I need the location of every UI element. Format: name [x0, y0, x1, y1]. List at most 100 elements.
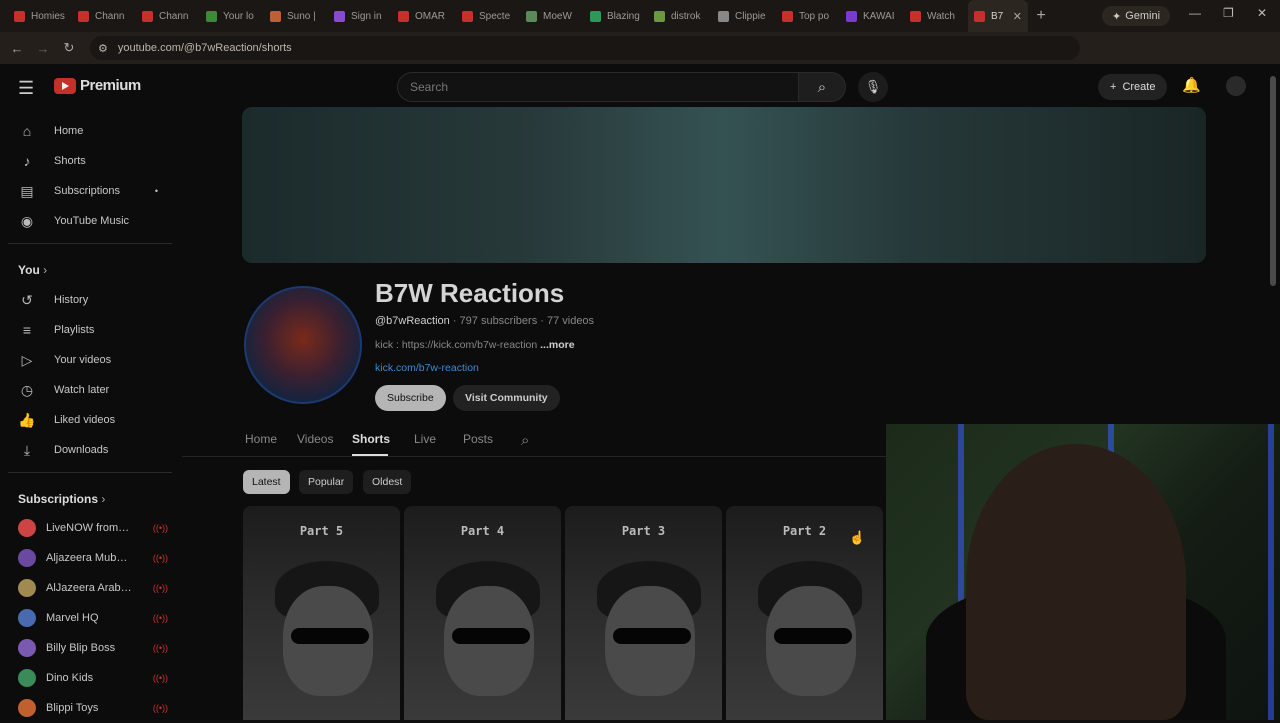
channel-link[interactable]: kick.com/b7w-reaction [375, 362, 479, 374]
sidebar-item-your-videos[interactable]: ▷ Your videos [8, 345, 172, 375]
browser-tab[interactable]: Clippie [712, 0, 776, 32]
description-text: kick : https://kick.com/b7w-reaction [375, 339, 541, 351]
live-indicator-icon: ((•)) [152, 643, 168, 653]
browser-tab[interactable]: Blazing [584, 0, 648, 32]
browser-tab[interactable]: Sign in [328, 0, 392, 32]
browser-tab[interactable]: Homies [8, 0, 72, 32]
filter-chip-popular[interactable]: Popular [299, 470, 354, 494]
channel-avatar [18, 699, 36, 717]
create-button[interactable]: + Create [1098, 74, 1168, 100]
youtube-premium-logo[interactable]: Premium [54, 77, 141, 94]
subscription-item[interactable]: Aljazeera Mubas... ((•)) [18, 543, 168, 573]
subscription-name: Billy Blip Boss [46, 642, 116, 654]
minimize-icon[interactable]: — [1189, 6, 1201, 20]
close-tab-icon[interactable]: ✕ [1013, 10, 1022, 23]
sidebar-item-shorts[interactable]: ♪ Shorts [8, 146, 172, 176]
sidebar-item-watch-later[interactable]: ◷ Watch later [8, 375, 172, 405]
sidebar-item-playlists[interactable]: ≡ Playlists [8, 315, 172, 345]
subscriptions-section-heading[interactable]: Subscriptions › [18, 492, 105, 506]
page-scrollbar[interactable] [1270, 76, 1276, 286]
user-avatar[interactable] [1226, 76, 1246, 96]
browser-tab[interactable]: distrok [648, 0, 712, 32]
channel-description[interactable]: kick : https://kick.com/b7w-reaction ...… [375, 339, 575, 351]
filter-chip-oldest[interactable]: Oldest [363, 470, 412, 494]
sidebar-item-label: Playlists [54, 324, 95, 336]
back-icon[interactable]: ← [4, 41, 30, 56]
forward-icon[interactable]: → [30, 41, 56, 56]
search-input[interactable]: Search [397, 72, 799, 102]
browser-tab[interactable]: Specte [456, 0, 520, 32]
short-thumbnail[interactable]: Part 4 [404, 506, 561, 720]
tab-videos[interactable]: Videos [297, 432, 333, 446]
subscription-name: Dino Kids [46, 672, 94, 684]
tab-favicon-icon [846, 10, 857, 22]
url-field[interactable]: ⚙ youtube.com/@b7wReaction/shorts [90, 36, 1080, 60]
address-bar: ← → ↻ ⚙ youtube.com/@b7wReaction/shorts … [0, 32, 1280, 87]
browser-tab[interactable]: Chann [136, 0, 200, 32]
sidebar-item-home[interactable]: ⌂ Home [8, 116, 172, 146]
subscription-item[interactable]: Blippi Toys ((•)) [18, 693, 168, 723]
tab-shorts[interactable]: Shorts [352, 432, 390, 446]
sidebar-item-liked-videos[interactable]: 👍 Liked videos [8, 405, 172, 435]
reload-icon[interactable]: ↻ [56, 40, 82, 56]
chevron-right-icon: › [43, 263, 48, 277]
channel-avatar[interactable] [244, 286, 362, 404]
hamburger-menu-icon[interactable]: ☰ [18, 78, 34, 99]
home-icon: ⌂ [22, 123, 32, 139]
subscription-name: LiveNOW from F... [46, 522, 132, 534]
browser-tab[interactable]: KAWAI [840, 0, 904, 32]
subscriptions-heading-label: Subscriptions [18, 492, 99, 506]
subscribe-button[interactable]: Subscribe [375, 385, 446, 411]
browser-tab[interactable]: Top po [776, 0, 840, 32]
notifications-bell-icon[interactable]: 🔔 [1182, 76, 1201, 94]
sidebar-item-subscriptions[interactable]: ▤ Subscriptions • [8, 176, 172, 206]
sidebar-item-history[interactable]: ↺ History [8, 285, 172, 315]
tab-posts[interactable]: Posts [463, 432, 493, 446]
tab-favicon-icon [590, 10, 601, 22]
tab-label: Blazing [607, 10, 640, 22]
close-window-icon[interactable]: ✕ [1257, 6, 1267, 20]
browser-tab[interactable]: Your lo [200, 0, 264, 32]
sidebar-item-label: Your videos [54, 354, 112, 366]
live-indicator-icon: ((•)) [152, 553, 168, 563]
subscription-item[interactable]: Billy Blip Boss ((•)) [18, 633, 168, 663]
more-link[interactable]: ...more [540, 339, 574, 351]
sidebar-item-label: Downloads [54, 444, 109, 456]
sidebar-item-downloads[interactable]: ⤓ Downloads [8, 435, 172, 465]
voice-search-button[interactable]: 🎙 [858, 72, 888, 102]
filter-chip-latest[interactable]: Latest [243, 470, 290, 494]
plus-icon: + [1110, 81, 1117, 93]
tab-label: distrok [671, 10, 701, 22]
subscription-item[interactable]: AlJazeera Arabic... ((•)) [18, 573, 168, 603]
channel-search-icon[interactable]: ⌕ [521, 432, 529, 449]
channel-avatar [18, 579, 36, 597]
you-section-heading[interactable]: You › [18, 263, 47, 277]
search-button[interactable]: ⌕ [798, 72, 846, 102]
tab-label: B7 [991, 10, 1004, 22]
short-thumbnail[interactable]: Part 5 [243, 506, 400, 720]
led-light-strip [1268, 424, 1274, 720]
browser-tab[interactable]: Chann [72, 0, 136, 32]
shorts-icon: ♪ [23, 153, 31, 169]
sidebar-item-youtube-music[interactable]: ◉ YouTube Music [8, 206, 172, 236]
channel-handle: @b7wReaction [375, 315, 450, 327]
short-thumbnail[interactable]: Part 3 [565, 506, 722, 720]
sidebar-item-label: Liked videos [54, 414, 116, 426]
browser-tab[interactable]: B7 ✕ [968, 0, 1028, 32]
subscription-item[interactable]: LiveNOW from F... ((•)) [18, 513, 168, 543]
restore-icon[interactable]: ❐ [1223, 6, 1234, 20]
subscription-item[interactable]: Dino Kids ((•)) [18, 663, 168, 693]
tab-favicon-icon [654, 10, 665, 22]
new-tab-button[interactable]: + [1028, 7, 1054, 25]
gemini-button[interactable]: ✦ Gemini [1102, 6, 1171, 26]
browser-tab[interactable]: OMAR [392, 0, 456, 32]
browser-tab[interactable]: Watch [904, 0, 968, 32]
subscription-item[interactable]: Marvel HQ ((•)) [18, 603, 168, 633]
tab-live[interactable]: Live [414, 432, 436, 446]
site-info-icon[interactable]: ⚙ [98, 42, 108, 55]
browser-tab[interactable]: Suno | [264, 0, 328, 32]
browser-tab-bar: Homies Chann Chann Your lo Suno | Sign in OMAR… [0, 0, 1280, 32]
browser-tab[interactable]: MoeW [520, 0, 584, 32]
visit-community-button[interactable]: Visit Community [453, 385, 560, 411]
tab-home[interactable]: Home [245, 432, 277, 446]
